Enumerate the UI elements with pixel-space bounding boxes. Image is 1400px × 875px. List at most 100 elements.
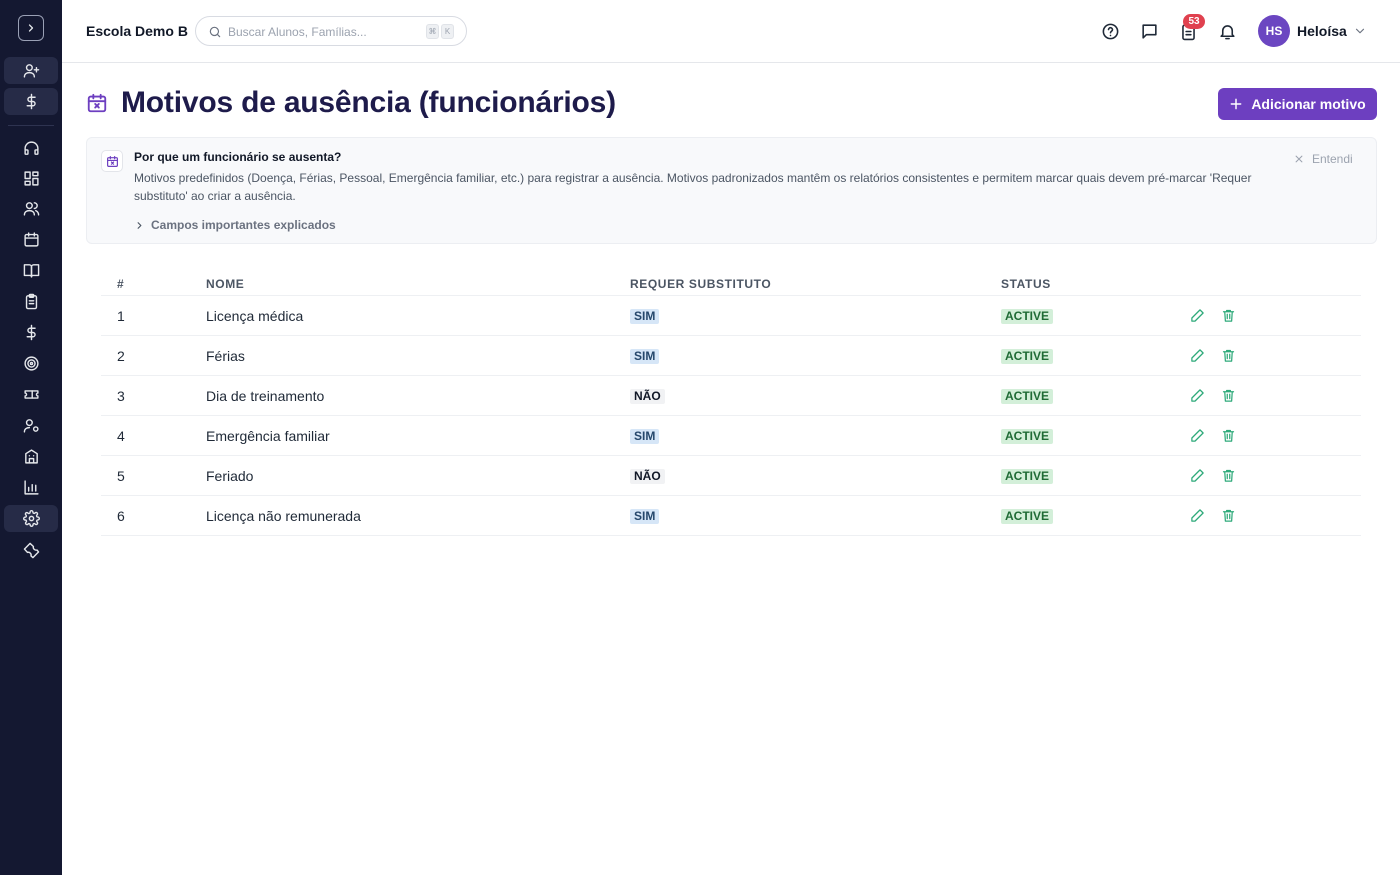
edit-button[interactable] xyxy=(1190,468,1206,484)
bell-icon xyxy=(1219,24,1235,39)
sidebar-item-academics[interactable] xyxy=(4,257,58,284)
gear-icon xyxy=(22,510,40,527)
sidebar-item-support[interactable] xyxy=(4,135,58,162)
sidebar-item-dashboard[interactable] xyxy=(4,165,58,192)
info-panel-icon xyxy=(101,150,123,172)
row-name: Férias xyxy=(206,348,245,364)
chevron-right-icon xyxy=(28,24,34,32)
sidebar-item-tasks[interactable] xyxy=(4,288,58,315)
plus-icon xyxy=(1230,98,1242,110)
pencil-icon xyxy=(1191,309,1204,322)
info-description: Motivos predefinidos (Doença, Férias, Pe… xyxy=(134,171,1252,203)
school-name[interactable]: Escola Demo B xyxy=(86,23,188,39)
edit-button[interactable] xyxy=(1190,308,1206,324)
grid-icon xyxy=(23,171,39,186)
chevron-right-icon xyxy=(137,221,142,229)
search-box[interactable]: ⌘ K xyxy=(195,16,467,46)
delete-button[interactable] xyxy=(1221,308,1237,324)
notifications-button[interactable] xyxy=(1217,21,1237,41)
shortcut-key-cmd: ⌘ xyxy=(426,24,439,39)
row-number: 5 xyxy=(117,468,125,484)
status-badge: ACTIVE xyxy=(1001,509,1054,524)
sidebar-item-staff[interactable] xyxy=(4,412,58,439)
delete-button[interactable] xyxy=(1221,428,1237,444)
delete-button[interactable] xyxy=(1221,468,1237,484)
status-badge: ACTIVE xyxy=(1001,429,1054,444)
trash-icon xyxy=(1222,389,1235,402)
top-header: Escola Demo B ⌘ K 53 HS Heloísa xyxy=(62,0,1400,63)
row-name: Dia de treinamento xyxy=(206,388,325,404)
pencil-icon xyxy=(1191,349,1204,362)
substitute-badge: NÃO xyxy=(630,389,665,404)
sidebar-item-calendar[interactable] xyxy=(4,226,58,253)
message-square-icon xyxy=(1141,23,1157,39)
dismiss-button[interactable]: Entendi xyxy=(1294,152,1353,166)
trash-icon xyxy=(1222,309,1235,322)
table-row[interactable]: 2 Férias SIM ACTIVE xyxy=(101,336,1361,376)
messages-button[interactable] xyxy=(1139,21,1159,41)
sidebar-item-buildings[interactable] xyxy=(4,443,58,470)
building-icon xyxy=(24,449,38,464)
calendar-icon xyxy=(23,232,39,247)
close-icon xyxy=(1295,155,1303,163)
table-row[interactable]: 5 Feriado NÃO ACTIVE xyxy=(101,456,1361,496)
trash-icon xyxy=(1222,429,1235,442)
sidebar-item-goals[interactable] xyxy=(4,350,58,377)
edit-button[interactable] xyxy=(1190,388,1206,404)
dismiss-label: Entendi xyxy=(1312,152,1353,166)
status-badge: ACTIVE xyxy=(1001,309,1054,324)
sidebar-item-add-user[interactable] xyxy=(4,57,58,84)
fields-explained-label: Campos importantes explicados xyxy=(151,218,336,232)
fields-explained-toggle[interactable]: Campos importantes explicados xyxy=(134,218,336,232)
sidebar-item-finance[interactable] xyxy=(4,319,58,346)
add-reason-label: Adicionar motivo xyxy=(1251,96,1366,112)
column-header-substitute[interactable]: REQUER SUBSTITUTO xyxy=(630,277,771,291)
column-header-number[interactable]: # xyxy=(117,277,124,291)
trash-icon xyxy=(1222,509,1235,522)
edit-button[interactable] xyxy=(1190,508,1206,524)
help-button[interactable] xyxy=(1100,21,1120,41)
row-name: Licença não remunerada xyxy=(206,508,361,524)
sidebar-item-settings[interactable] xyxy=(4,505,58,532)
search-input[interactable] xyxy=(228,23,418,41)
chevron-down-icon[interactable] xyxy=(1353,24,1367,38)
column-header-status[interactable]: STATUS xyxy=(1001,277,1051,291)
user-avatar[interactable]: HS xyxy=(1258,15,1290,47)
tasks-count-badge: 53 xyxy=(1183,14,1205,29)
edit-button[interactable] xyxy=(1190,348,1206,364)
add-reason-button[interactable]: Adicionar motivo xyxy=(1218,88,1377,120)
headset-icon xyxy=(23,141,39,155)
calendar-x-icon xyxy=(106,155,118,167)
search-icon xyxy=(209,26,221,38)
user-plus-icon xyxy=(23,64,39,78)
delete-button[interactable] xyxy=(1221,508,1237,524)
delete-button[interactable] xyxy=(1221,388,1237,404)
sidebar-item-tools[interactable] xyxy=(4,537,58,564)
wrench-icon xyxy=(23,542,39,559)
status-badge: ACTIVE xyxy=(1001,349,1054,364)
expand-sidebar-button[interactable] xyxy=(18,15,44,41)
sidebar-item-reports[interactable] xyxy=(4,474,58,501)
status-badge: ACTIVE xyxy=(1001,469,1054,484)
table-row[interactable]: 3 Dia de treinamento NÃO ACTIVE xyxy=(101,376,1361,416)
bar-chart-icon xyxy=(23,480,39,495)
table-row[interactable]: 1 Licença médica SIM ACTIVE xyxy=(101,296,1361,336)
delete-button[interactable] xyxy=(1221,348,1237,364)
clipboard-icon xyxy=(25,293,37,310)
column-header-name[interactable]: NOME xyxy=(206,277,244,291)
sidebar-item-tickets[interactable] xyxy=(4,381,58,408)
sidebar-item-finance-quick[interactable] xyxy=(4,88,58,115)
sidebar-divider xyxy=(8,125,54,126)
substitute-badge: NÃO xyxy=(630,469,665,484)
substitute-badge: SIM xyxy=(630,429,660,444)
user-name[interactable]: Heloísa xyxy=(1297,23,1347,39)
table-row[interactable]: 4 Emergência familiar SIM ACTIVE xyxy=(101,416,1361,456)
table-row[interactable]: 6 Licença não remunerada SIM ACTIVE xyxy=(101,496,1361,536)
book-open-icon xyxy=(23,264,39,278)
pencil-icon xyxy=(1191,469,1204,482)
ticket-icon xyxy=(23,390,39,399)
row-number: 6 xyxy=(117,508,125,524)
sidebar-item-people[interactable] xyxy=(4,195,58,222)
edit-button[interactable] xyxy=(1190,428,1206,444)
pencil-icon xyxy=(1191,509,1204,522)
